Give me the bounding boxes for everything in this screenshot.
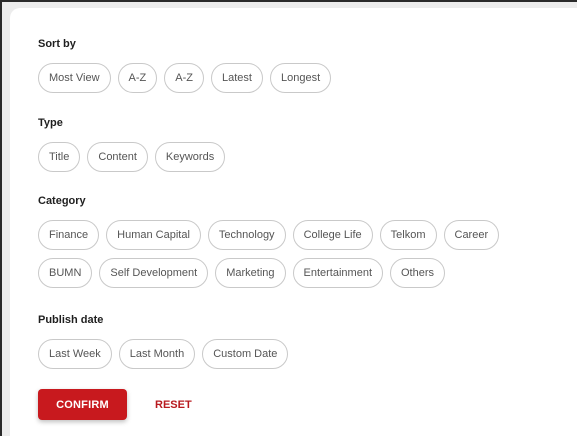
type-section: Type Title Content Keywords	[38, 116, 226, 172]
window-frame: Sort by Most View A-Z A-Z Latest Longest…	[0, 0, 577, 436]
publish-date-title: Publish date	[38, 314, 104, 326]
action-bar: CONFIRM RESET	[38, 389, 200, 420]
chip-category-self-development[interactable]: Self Development	[99, 258, 209, 288]
category-options-row-2: BUMN Self Development Marketing Entertai…	[38, 258, 499, 288]
chip-category-finance[interactable]: Finance	[38, 220, 100, 250]
chip-sort-longest[interactable]: Longest	[269, 63, 332, 93]
chip-date-last-week[interactable]: Last Week	[38, 339, 112, 369]
category-title: Category	[38, 195, 86, 207]
chip-category-college-life[interactable]: College Life	[292, 220, 373, 250]
type-options: Title Content Keywords	[38, 142, 226, 172]
chip-type-content[interactable]: Content	[87, 142, 148, 172]
chip-date-last-month[interactable]: Last Month	[118, 339, 196, 369]
chip-category-telkom[interactable]: Telkom	[379, 220, 437, 250]
chip-category-technology[interactable]: Technology	[207, 220, 286, 250]
chip-sort-a-z-2[interactable]: A-Z	[164, 63, 205, 93]
category-section: Category Finance Human Capital Technolog…	[38, 194, 500, 288]
chip-category-marketing[interactable]: Marketing	[215, 258, 286, 288]
chip-type-keywords[interactable]: Keywords	[154, 142, 226, 172]
chip-category-human-capital[interactable]: Human Capital	[106, 220, 201, 250]
chip-sort-a-z[interactable]: A-Z	[117, 63, 158, 93]
chip-category-entertainment[interactable]: Entertainment	[292, 258, 383, 288]
filter-panel: Sort by Most View A-Z A-Z Latest Longest…	[10, 8, 577, 436]
category-options-row-1: Finance Human Capital Technology College…	[38, 220, 500, 250]
type-title: Type	[38, 117, 63, 129]
sort-by-title: Sort by	[38, 38, 76, 50]
reset-button[interactable]: RESET	[147, 399, 200, 411]
sort-by-section: Sort by Most View A-Z A-Z Latest Longest	[38, 37, 332, 93]
chip-date-custom-date[interactable]: Custom Date	[202, 339, 289, 369]
publish-date-section: Publish date Last Week Last Month Custom…	[38, 313, 289, 369]
chip-sort-most-view[interactable]: Most View	[38, 63, 111, 93]
chip-type-title[interactable]: Title	[38, 142, 81, 172]
sort-by-options: Most View A-Z A-Z Latest Longest	[38, 63, 332, 93]
chip-category-bumn[interactable]: BUMN	[38, 258, 93, 288]
chip-category-career[interactable]: Career	[443, 220, 500, 250]
chip-category-others[interactable]: Others	[390, 258, 446, 288]
chip-sort-latest[interactable]: Latest	[211, 63, 263, 93]
confirm-button[interactable]: CONFIRM	[38, 389, 127, 420]
publish-date-options: Last Week Last Month Custom Date	[38, 339, 289, 369]
